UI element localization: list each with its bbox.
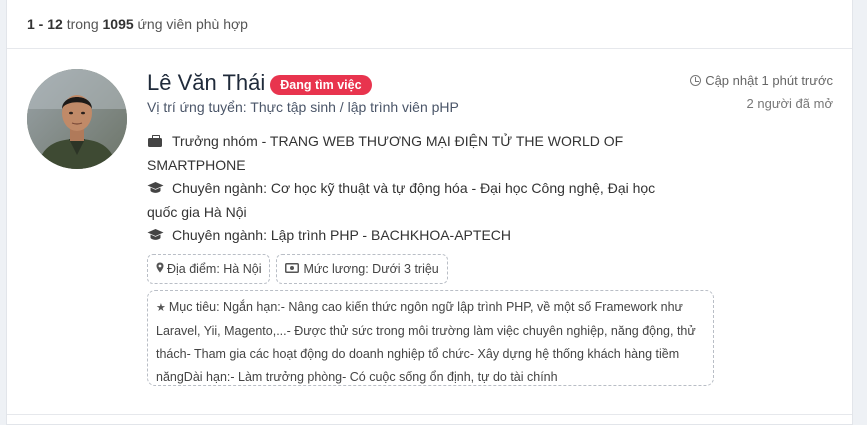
opened-count: 2 người đã mở — [746, 96, 833, 111]
clock-icon — [690, 75, 702, 86]
candidate-name[interactable]: Lê Văn Thái — [147, 70, 265, 96]
detail-item: Chuyên ngành: Lập trình PHP - BACHKHOA-A… — [147, 224, 667, 248]
result-suffix: ứng viên phù hợp — [133, 16, 248, 32]
candidate-details: Trưởng nhóm - TRANG WEB THƯƠNG MẠI ĐIỆN … — [147, 130, 667, 248]
goal-text: Mục tiêu: Ngắn hạn:- Nâng cao kiến thức … — [156, 300, 696, 384]
result-in-word: trong — [62, 16, 103, 32]
result-count-bar: 1 - 12 trong 1095 ứng viên phù hợp — [7, 0, 852, 49]
avatar-photo — [27, 69, 127, 169]
detail-item: Trưởng nhóm - TRANG WEB THƯƠNG MẠI ĐIỆN … — [147, 130, 667, 177]
star-icon: ★ — [156, 302, 166, 314]
briefcase-icon — [147, 135, 163, 147]
location-text: Địa điểm: Hà Nội — [167, 262, 262, 276]
salary-text: Mức lương: Dưới 3 triệu — [303, 262, 439, 276]
detail-text: Chuyên ngành: Lập trình PHP - BACHKHOA-A… — [172, 227, 512, 243]
candidate-card[interactable]: Lê Văn Thái Đang tìm việc Vị trí ứng tuy… — [7, 49, 852, 415]
graduation-cap-icon — [147, 182, 164, 194]
money-icon — [285, 262, 300, 276]
salary-tag: Mức lương: Dưới 3 triệu — [276, 254, 448, 284]
result-range: 1 - 12 — [27, 16, 63, 32]
location-tag: Địa điểm: Hà Nội — [147, 254, 271, 284]
detail-text: Trưởng nhóm - TRANG WEB THƯƠNG MẠI ĐIỆN … — [147, 133, 624, 173]
applied-position: Vị trí ứng tuyển: Thực tập sinh / lập tr… — [147, 99, 459, 115]
candidate-tags: Địa điểm: Hà Nội Mức lương: Dưới 3 triệu — [147, 254, 448, 284]
candidate-list-panel: 1 - 12 trong 1095 ứng viên phù hợp Lê Vă… — [6, 0, 853, 425]
updated-text: Cập nhật 1 phút trước — [705, 73, 833, 88]
updated-time: Cập nhật 1 phút trước — [690, 73, 833, 88]
detail-text: Chuyên ngành: Cơ học kỹ thuật và tự động… — [147, 180, 656, 220]
name-row: Lê Văn Thái Đang tìm việc — [147, 70, 372, 96]
career-goal: ★ Mục tiêu: Ngắn hạn:- Nâng cao kiến thức… — [147, 290, 714, 386]
result-total: 1095 — [102, 16, 134, 32]
map-pin-icon — [156, 262, 164, 276]
graduation-cap-icon — [147, 229, 164, 241]
detail-item: Chuyên ngành: Cơ học kỹ thuật và tự động… — [147, 177, 667, 224]
status-badge: Đang tìm việc — [270, 74, 372, 95]
avatar[interactable] — [27, 69, 127, 169]
